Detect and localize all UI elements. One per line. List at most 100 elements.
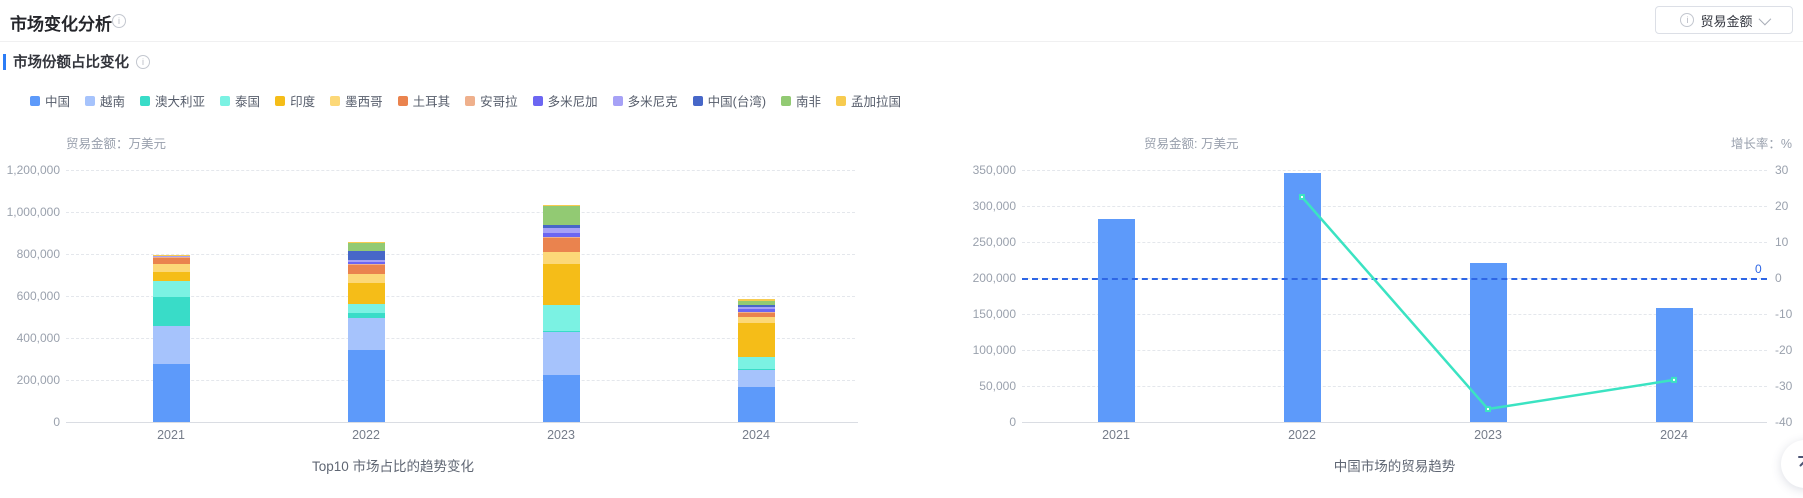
stacked-bar-segment-多米尼克[interactable] (152, 255, 190, 257)
stacked-bar-segment-泰国[interactable] (347, 303, 385, 313)
legend-label: 土耳其 (412, 95, 451, 109)
stacked-bar-segment-多米尼加[interactable] (542, 232, 580, 237)
stacked-bar-segment-印度[interactable] (152, 271, 190, 281)
metric-selector-dropdown[interactable]: i 贸易金额 (1655, 6, 1793, 34)
right-chart-right-y-tick: 10 (1775, 235, 1789, 249)
stacked-bar-segment-多米尼克[interactable] (542, 228, 580, 233)
metric-selector-label: 贸易金额 (1700, 13, 1753, 29)
legend-item-泰国[interactable]: 泰国 (220, 91, 260, 110)
section-info-icon[interactable]: i (136, 54, 150, 69)
stacked-bar-segment-墨西哥[interactable] (152, 264, 190, 272)
right-chart-left-y-tick: 350,000 (972, 163, 1016, 177)
legend-swatch (30, 95, 40, 106)
left-chart-y-tick: 1,200,000 (6, 163, 60, 177)
right-chart-right-y-tick: -30 (1775, 379, 1793, 393)
chevron-down-icon (1758, 12, 1771, 25)
stacked-bar-segment-泰国[interactable] (542, 305, 580, 331)
stacked-bar-segment-多米尼加[interactable] (737, 309, 775, 312)
stacked-bar-segment-泰国[interactable] (737, 356, 775, 369)
legend-item-土耳其[interactable]: 土耳其 (397, 91, 451, 110)
legend-label: 中国(台湾) (707, 95, 766, 109)
legend-swatch (836, 95, 846, 106)
stacked-bar-segment-土耳其[interactable] (152, 258, 190, 265)
legend-item-多米尼加[interactable]: 多米尼加 (532, 91, 598, 110)
right-chart-left-y-tick: 50,000 (979, 379, 1016, 393)
stacked-bar-segment-多米尼加[interactable] (152, 256, 190, 258)
stacked-bar-segment-墨西哥[interactable] (347, 274, 385, 284)
stacked-bar-segment-南非[interactable] (737, 301, 775, 306)
legend-item-越南[interactable]: 越南 (85, 91, 125, 110)
legend-label: 越南 (100, 95, 126, 109)
legend-item-中国[interactable]: 中国 (30, 91, 70, 110)
legend-label: 印度 (290, 95, 316, 109)
zero-growth-markline (1022, 278, 1767, 280)
stacked-bar-segment-多米尼克[interactable] (737, 307, 775, 310)
stacked-bar-segment-安哥拉[interactable] (542, 236, 580, 238)
legend-label: 泰国 (235, 95, 261, 109)
stacked-bar-segment-澳大利亚[interactable] (152, 297, 190, 326)
right-chart-x-label: 2022 (1288, 428, 1316, 442)
stacked-bar-segment-澳大利亚[interactable] (347, 313, 385, 319)
trade-amount-bar-2023[interactable] (1469, 262, 1507, 422)
trade-amount-bar-2024[interactable] (1655, 307, 1693, 422)
stacked-bar-segment-土耳其[interactable] (542, 237, 580, 253)
right-chart-right-y-tick: -20 (1775, 343, 1793, 357)
stacked-bar-segment-越南[interactable] (542, 332, 580, 375)
stacked-bar-segment-多米尼加[interactable] (347, 261, 385, 265)
stacked-bar-segment-中国[interactable] (737, 387, 775, 422)
stacked-bar-segment-土耳其[interactable] (347, 264, 385, 275)
right-chart-right-y-tick: 30 (1775, 163, 1789, 177)
left-chart-y-tick: 400,000 (16, 331, 60, 345)
left-chart-x-axis-line (66, 422, 858, 423)
right-chart-x-axis-line (1022, 422, 1767, 423)
legend-item-墨西哥[interactable]: 墨西哥 (330, 91, 383, 110)
right-chart-grid-line (1022, 170, 1767, 171)
legend-item-印度[interactable]: 印度 (275, 91, 315, 110)
stacked-bar-segment-越南[interactable] (737, 369, 775, 388)
stacked-bar-segment-安哥拉[interactable] (737, 311, 775, 313)
stacked-bar-segment-越南[interactable] (152, 325, 190, 364)
stacked-bar-segment-泰国[interactable] (152, 280, 190, 298)
stacked-bar-segment-中国[interactable] (347, 350, 385, 422)
legend-item-南非[interactable]: 南非 (780, 91, 821, 110)
right-chart-left-y-tick: 300,000 (972, 199, 1016, 213)
right-chart-right-y-tick: 20 (1775, 199, 1789, 213)
legend-item-中国(台湾)[interactable]: 中国(台湾) (692, 91, 766, 110)
trade-amount-bar-2022[interactable] (1283, 172, 1321, 422)
stacked-bar-segment-澳大利亚[interactable] (542, 330, 580, 333)
stacked-bar-segment-土耳其[interactable] (737, 312, 775, 317)
stacked-bar-segment-中国(台湾)[interactable] (737, 305, 775, 308)
stacked-bar-segment-印度[interactable] (737, 322, 775, 357)
left-chart-x-label: 2021 (157, 428, 185, 442)
legend-item-澳大利亚[interactable]: 澳大利亚 (140, 91, 205, 110)
stacked-bar-segment-安哥拉[interactable] (152, 257, 190, 259)
page-title-info-icon[interactable]: i (112, 14, 126, 28)
stacked-bar-segment-南非[interactable] (542, 205, 580, 226)
left-chart-y-tick: 800,000 (16, 247, 60, 261)
legend-label: 澳大利亚 (155, 95, 206, 109)
left-chart-y-tick: 200,000 (16, 373, 60, 387)
market-analysis-page: 市场变化分析 i i 贸易金额 市场份额占比变化 i 中国 越南 澳大利亚 泰国 印度 墨… (0, 0, 1803, 498)
stacked-bar-segment-孟加拉国[interactable] (737, 299, 775, 302)
stacked-bar-segment-印度[interactable] (542, 264, 580, 306)
stacked-bar-segment-越南[interactable] (347, 318, 385, 351)
right-chart-right-unit-label: 增长率：% (1730, 137, 1792, 151)
stacked-bar-segment-中国[interactable] (542, 374, 580, 422)
stacked-bar-segment-印度[interactable] (347, 283, 385, 304)
stacked-bar-segment-多米尼克[interactable] (347, 259, 385, 262)
trade-amount-bar-2021[interactable] (1097, 218, 1135, 422)
stacked-bar-segment-墨西哥[interactable] (737, 316, 775, 323)
legend-item-多米尼克[interactable]: 多米尼克 (612, 91, 678, 110)
right-chart-left-y-tick: 0 (1009, 415, 1016, 429)
right-chart-title: 中国市场的贸易趋势 (1333, 459, 1456, 474)
stacked-bar-segment-墨西哥[interactable] (542, 252, 580, 265)
left-chart-y-tick: 0 (53, 415, 60, 429)
stacked-bar-segment-澳大利亚[interactable] (737, 368, 775, 370)
stacked-bar-segment-中国(台湾)[interactable] (542, 225, 580, 229)
growth-rate-line-chart (1299, 194, 1677, 413)
stacked-bar-segment-中国(台湾)[interactable] (347, 251, 385, 260)
stacked-bar-segment-中国[interactable] (152, 363, 190, 422)
legend-item-安哥拉[interactable]: 安哥拉 (465, 91, 518, 110)
stacked-bar-segment-南非[interactable] (347, 242, 385, 252)
legend-item-孟加拉国[interactable]: 孟加拉国 (836, 91, 901, 110)
